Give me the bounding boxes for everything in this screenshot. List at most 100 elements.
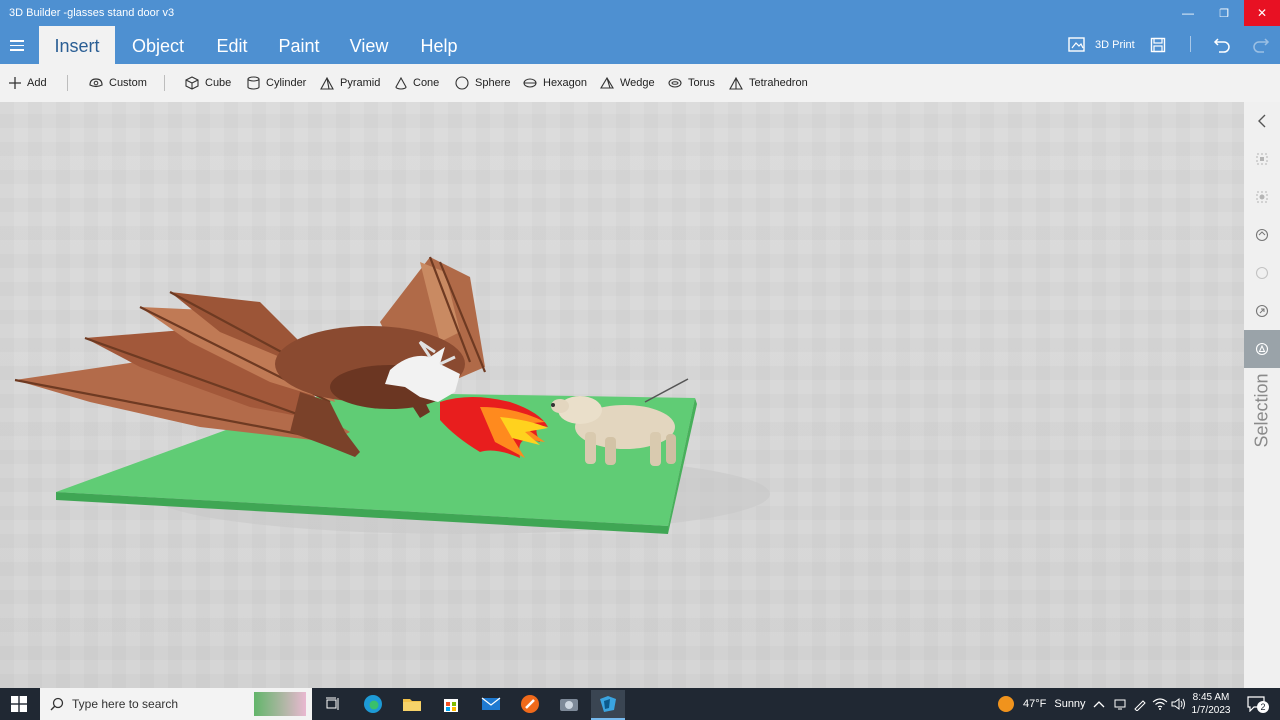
panel-tool-3[interactable] <box>1244 216 1280 254</box>
hidden-icons-button[interactable] <box>1093 688 1105 720</box>
task-view-button[interactable] <box>316 690 350 718</box>
selection-label-text: Selection <box>1251 373 1272 448</box>
pyramid-label: Pyramid <box>340 77 381 89</box>
wifi-tray[interactable] <box>1152 688 1168 720</box>
mail-app[interactable] <box>474 690 508 718</box>
tetrahedron-button[interactable]: Tetrahedron <box>729 64 808 102</box>
cube-icon <box>185 76 199 90</box>
minimize-icon: — <box>1182 6 1194 20</box>
clock-time: 8:45 AM <box>1192 692 1230 703</box>
cylinder-label: Cylinder <box>266 77 307 89</box>
tab-help[interactable]: Help <box>410 26 468 64</box>
wedge-button[interactable]: Wedge <box>600 64 655 102</box>
tab-edit[interactable]: Edit <box>205 26 259 64</box>
save-button[interactable] <box>1150 26 1166 64</box>
rotate-icon <box>1255 228 1269 242</box>
custom-button[interactable]: Custom <box>89 64 147 102</box>
pen-tray[interactable] <box>1133 688 1147 720</box>
volume-icon <box>1171 698 1185 710</box>
start-button[interactable] <box>2 690 36 718</box>
tab-insert[interactable]: Insert <box>39 26 115 64</box>
camera-app[interactable] <box>552 690 586 718</box>
add-button[interactable]: Add <box>9 64 47 102</box>
ribbon-divider <box>1190 36 1191 52</box>
pyramid-icon <box>320 76 334 90</box>
tab-paint[interactable]: Paint <box>270 26 328 64</box>
selection-panel-label[interactable]: Selection <box>1249 372 1279 452</box>
edge-icon <box>364 695 382 713</box>
sphere-icon <box>455 76 469 90</box>
panel-tool-4[interactable] <box>1244 254 1280 292</box>
camera-icon <box>560 699 578 711</box>
cube-button[interactable]: Cube <box>185 64 231 102</box>
chevron-up-icon <box>1093 701 1105 708</box>
cone-button[interactable]: Cone <box>395 64 439 102</box>
taskbar: Type here to search 47°F Sunny 8:45 AM 1… <box>0 688 1280 720</box>
cylinder-icon <box>247 76 260 90</box>
paint-app[interactable] <box>513 690 547 718</box>
custom-shape-icon <box>89 78 103 88</box>
panel-tool-2[interactable] <box>1244 178 1280 216</box>
redo-icon <box>1253 38 1270 53</box>
3d-builder-app[interactable] <box>591 690 625 720</box>
clock-date: 1/7/2023 <box>1191 705 1231 716</box>
mail-icon <box>481 697 501 710</box>
torus-button[interactable]: Torus <box>668 64 715 102</box>
store-app[interactable] <box>434 690 468 718</box>
minimize-button[interactable]: — <box>1170 0 1206 26</box>
panel-tool-5[interactable] <box>1244 292 1280 330</box>
panel-tool-1[interactable] <box>1244 140 1280 178</box>
ribbon: Insert Object Edit Paint View Help 3D Pr… <box>0 26 1280 64</box>
3d-viewport[interactable] <box>0 102 1244 688</box>
tab-view[interactable]: View <box>340 26 398 64</box>
notification-center-button[interactable]: 2 <box>1247 688 1269 720</box>
redo-button[interactable] <box>1252 26 1270 64</box>
windows-logo-icon <box>11 696 27 712</box>
clock[interactable]: 8:45 AM 1/7/2023 <box>1190 688 1232 720</box>
group-icon <box>1256 191 1268 203</box>
cylinder-button[interactable]: Cylinder <box>247 64 306 102</box>
cone-label: Cone <box>413 77 440 89</box>
close-button[interactable]: ✕ <box>1244 0 1280 26</box>
tetrahedron-label: Tetrahedron <box>749 77 808 89</box>
plus-icon <box>9 77 21 89</box>
edge-app[interactable] <box>356 690 390 718</box>
folder-icon <box>403 699 421 711</box>
wedge-icon <box>600 77 614 89</box>
torus-icon <box>668 78 682 88</box>
search-icon <box>50 697 64 711</box>
sphere-label: Sphere <box>475 77 511 89</box>
save-icon <box>1150 37 1166 53</box>
3d-print-label: 3D Print <box>1095 39 1135 51</box>
taskbar-search[interactable]: Type here to search <box>40 688 312 720</box>
paint-icon <box>521 695 539 713</box>
toolbar-divider <box>67 75 68 91</box>
restore-button[interactable]: ❐ <box>1206 0 1242 26</box>
toolbar-divider <box>164 75 165 91</box>
3d-builder-icon <box>600 696 616 712</box>
undo-button[interactable] <box>1213 26 1231 64</box>
network-tray[interactable] <box>1113 688 1127 720</box>
wifi-icon <box>1152 698 1168 710</box>
pyramid-button[interactable]: Pyramid <box>320 64 380 102</box>
wedge-label: Wedge <box>620 77 655 89</box>
panel-tool-6[interactable] <box>1244 330 1280 368</box>
tab-object[interactable]: Object <box>122 26 194 64</box>
tetrahedron-icon <box>729 76 743 90</box>
hexagon-button[interactable]: Hexagon <box>523 64 587 102</box>
search-placeholder: Type here to search <box>72 697 179 711</box>
chevron-left-icon <box>1258 114 1266 128</box>
notification-badge: 2 <box>1257 701 1269 713</box>
scale-icon <box>1255 304 1269 318</box>
torus-label: Torus <box>688 77 715 89</box>
file-explorer-app[interactable] <box>395 690 429 718</box>
title-bar: 3D Builder -glasses stand door v3 — ❐ ✕ <box>0 0 1280 26</box>
sphere-button[interactable]: Sphere <box>455 64 510 102</box>
collapse-panel-button[interactable] <box>1244 102 1280 140</box>
volume-tray[interactable] <box>1171 688 1187 720</box>
print-3d-icon <box>1068 37 1085 52</box>
menu-icon[interactable] <box>8 36 26 54</box>
weather-widget[interactable]: 47°F Sunny <box>997 688 1086 720</box>
search-highlight-image <box>254 692 306 716</box>
3d-print-button[interactable]: 3D Print <box>1068 26 1135 64</box>
